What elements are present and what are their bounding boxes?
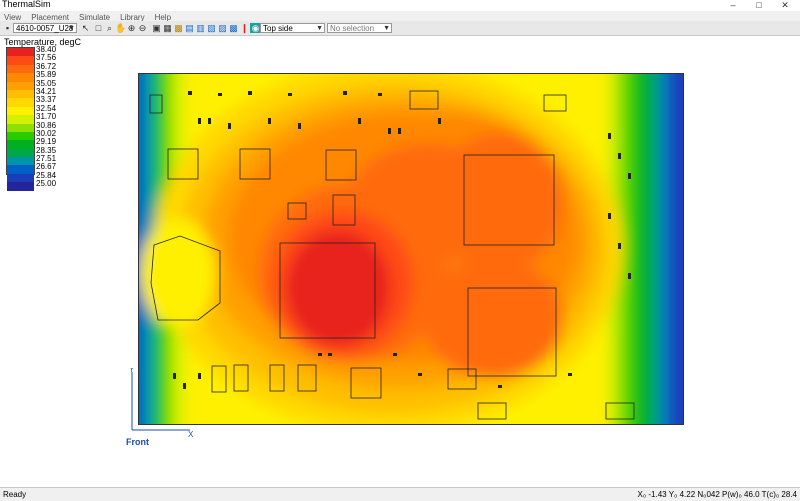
legend-swatch: [7, 56, 34, 65]
component-icon[interactable]: ▩: [173, 23, 184, 33]
legend-value: 25.00: [36, 179, 57, 189]
x-axis-label: X: [188, 430, 194, 439]
chevron-down-icon: ▼: [316, 25, 323, 32]
status-bar: Ready X₀ -1.43 Y₀ 4.22 N₀042 P(w)₀ 46.0 …: [0, 487, 800, 501]
legend-swatch: [7, 115, 34, 124]
layer-icon[interactable]: ▤: [184, 23, 195, 33]
temperature-legend: Temperature, degC 38.40 37.56 36.72 35.89 35…: [4, 37, 81, 191]
chevron-down-icon: ▼: [68, 25, 75, 32]
legend-swatch: [7, 64, 34, 74]
menu-bar: View Placement Simulate Library Help: [0, 11, 800, 22]
grid-icon[interactable]: ▦: [162, 23, 173, 33]
legend-swatch: [7, 48, 34, 57]
legend-values: 38.40 37.56 36.72 35.89 35.05 34.21 33.37 32.54…: [36, 45, 57, 189]
legend-swatch: [7, 81, 34, 90]
layer-3-icon[interactable]: ▧: [206, 23, 217, 33]
legend-swatch: [7, 106, 34, 116]
window-title: ThermalSim: [2, 0, 51, 9]
legend-color-bar: [6, 47, 35, 191]
legend-swatch: [7, 173, 34, 183]
part-select[interactable]: 4610-0057_U28 ▼: [13, 23, 77, 33]
pan-icon[interactable]: ✋: [115, 23, 126, 33]
status-text: Ready: [3, 490, 27, 499]
title-bar: ThermalSim – □ ✕: [0, 0, 800, 11]
selection-select-value: No selection: [330, 24, 375, 33]
view-select-value: Top side: [263, 24, 293, 33]
pointer-icon[interactable]: ↖: [80, 23, 91, 33]
legend-swatch: [7, 123, 34, 132]
thermometer-icon[interactable]: ❙: [239, 23, 250, 33]
thermal-board-view[interactable]: [138, 73, 684, 425]
select-rect-icon[interactable]: □: [93, 23, 104, 33]
legend-swatch: [7, 140, 34, 149]
legend-swatch: [7, 157, 34, 166]
part-select-value: 4610-0057_U28: [16, 24, 74, 33]
y-axis-label: Y: [129, 368, 135, 374]
layer-5-icon[interactable]: ▩: [228, 23, 239, 33]
legend-swatch: [7, 98, 34, 107]
selection-select[interactable]: No selection ▼: [327, 23, 392, 33]
zoom-in-icon[interactable]: ⊕: [126, 23, 137, 33]
legend-swatch: [7, 182, 34, 191]
close-button[interactable]: ✕: [774, 0, 796, 10]
zoom-icon[interactable]: ⌕: [104, 23, 115, 33]
status-readout: X₀ -1.43 Y₀ 4.22 N₀042 P(w)₀ 46.0 T(c)₀ …: [637, 490, 798, 499]
fit-view-icon[interactable]: ▣: [151, 23, 162, 33]
axis-gizmo: Y X: [129, 368, 194, 439]
chevron-down-icon: ▼: [383, 25, 390, 32]
maximize-button[interactable]: □: [748, 0, 770, 10]
view-select[interactable]: Top side ▼: [260, 23, 325, 33]
heatmap-contours: [138, 73, 684, 425]
legend-swatch: [7, 165, 34, 174]
minimize-button[interactable]: –: [722, 0, 744, 10]
legend-swatch: [7, 89, 34, 99]
zoom-out-icon[interactable]: ⊖: [137, 23, 148, 33]
legend-swatch: [7, 131, 34, 141]
layer-2-icon[interactable]: ▥: [195, 23, 206, 33]
legend-swatch: [7, 148, 34, 158]
legend-swatch: [7, 73, 34, 82]
front-label: Front: [126, 437, 149, 447]
save-icon[interactable]: ▪: [2, 23, 13, 33]
layer-4-icon[interactable]: ▨: [217, 23, 228, 33]
toolbar: ▪ 4610-0057_U28 ▼ ↖ □ ⌕ ✋ ⊕ ⊖ ▣ ▦ ▩ ▤ ▥ …: [0, 21, 800, 36]
